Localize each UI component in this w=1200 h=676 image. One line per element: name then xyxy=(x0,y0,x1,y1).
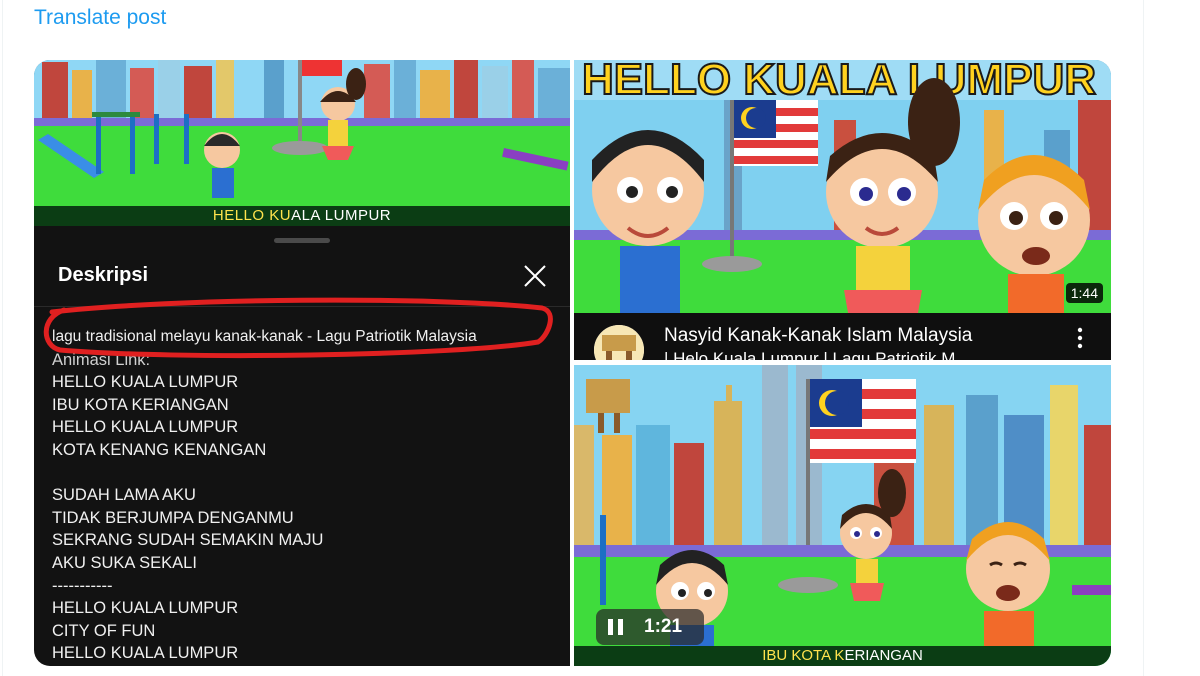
timeline-border-right xyxy=(1143,0,1144,676)
description-text: lagu tradisional melayu kanak-kanak - La… xyxy=(52,326,562,665)
channel-avatar[interactable] xyxy=(594,325,644,360)
video-metadata: Nasyid Kanak-Kanak Islam Malaysia | Helo… xyxy=(574,313,1111,360)
description-separator-line: ----------- xyxy=(52,576,113,595)
description-line: HELLO KUALA LUMPUR xyxy=(52,418,239,437)
channel-logo-icon xyxy=(594,325,644,360)
description-line: Animasi Link: xyxy=(52,350,151,369)
description-line: SUDAH LAMA AKU xyxy=(52,486,196,505)
description-line: CITY OF FUN xyxy=(52,621,156,640)
video-duration-badge: 1:44 xyxy=(1065,283,1103,303)
description-line: AKU SUKA SEKALI xyxy=(52,553,197,572)
video-thumbnail-hello-kuala-lumpur: HELLO KUALA LUMPUR 1:44 xyxy=(574,60,1111,313)
description-line: IBU KOTA KERIANGAN xyxy=(52,395,229,414)
video-title[interactable]: Nasyid Kanak-Kanak Islam Malaysia xyxy=(664,325,972,347)
sheet-divider xyxy=(34,306,570,307)
description-line: TIDAK BERJUMPA DENGANMU xyxy=(52,508,294,527)
close-icon[interactable] xyxy=(520,261,550,291)
pause-icon[interactable] xyxy=(608,619,624,635)
description-sheet-title: Deskripsi xyxy=(58,264,149,286)
playback-time: 1:21 xyxy=(644,616,683,637)
more-vert-icon[interactable] xyxy=(1070,325,1090,351)
description-line: HELLO KUALA LUMPUR xyxy=(52,373,239,392)
video-caption: IBU KOTA KERIANGAN xyxy=(574,646,1111,666)
media-item-video-card[interactable]: HELLO KUALA LUMPUR 1:44 Nasyid Kanak-Kan… xyxy=(574,60,1111,360)
media-item-description-screenshot[interactable]: HELLO KUALA LUMPUR Deskripsi lagu tradis… xyxy=(34,60,570,666)
media-grid: HELLO KUALA LUMPUR Deskripsi lagu tradis… xyxy=(34,60,1111,666)
sheet-drag-handle[interactable] xyxy=(274,238,330,243)
description-line: KOTA KENANG KENANGAN xyxy=(52,440,267,459)
video-caption: HELLO KUALA LUMPUR xyxy=(34,206,570,226)
svg-text:HELLO KUALA LUMPUR: HELLO KUALA LUMPUR xyxy=(582,60,1096,104)
description-line: SEKRANG SUDAH SEMAKIN MAJU xyxy=(52,531,324,550)
player-controls[interactable]: 1:21 xyxy=(596,609,704,645)
description-line-highlighted: lagu tradisional melayu kanak-kanak - La… xyxy=(52,328,477,345)
description-line: HELLO KUALA LUMPUR xyxy=(52,644,239,663)
video-title-second-line[interactable]: | Helo Kuala Lumpur | Lagu Patriotik M xyxy=(664,349,955,360)
timeline-border-left xyxy=(2,0,3,676)
video-thumbnail-cartoon-playground: HELLO KUALA LUMPUR xyxy=(34,60,570,226)
kids-with-flag-illustration: HELLO KUALA LUMPUR xyxy=(574,60,1111,313)
playground-scene-illustration xyxy=(34,60,570,226)
description-line: HELLO KUALA LUMPUR xyxy=(52,599,239,618)
description-line xyxy=(52,462,562,485)
translate-post-link[interactable]: Translate post xyxy=(34,6,166,30)
media-item-video-player[interactable]: 1:21 IBU KOTA KERIANGAN xyxy=(574,365,1111,666)
